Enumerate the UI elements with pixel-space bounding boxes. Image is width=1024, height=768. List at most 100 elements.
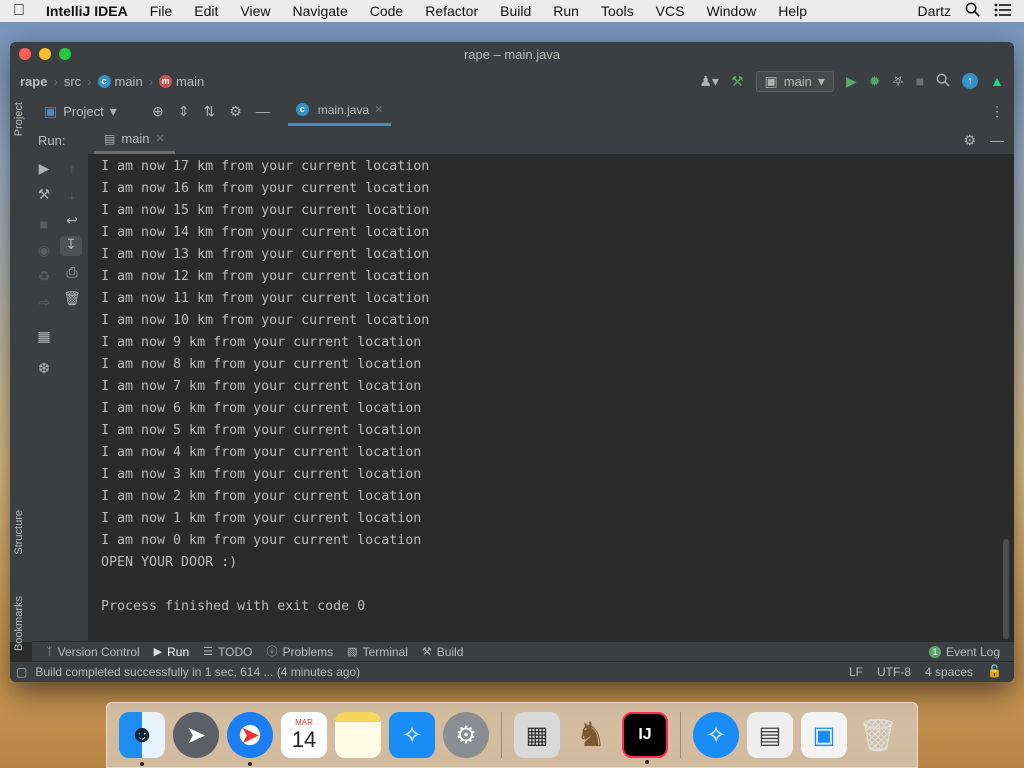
layout-icon[interactable]: ▦ <box>34 328 54 345</box>
menu-build[interactable]: Build <box>500 3 531 19</box>
menu-run[interactable]: Run <box>553 3 579 19</box>
run-icon[interactable]: ▶ <box>846 74 857 88</box>
console-scrollbar[interactable] <box>1002 154 1010 642</box>
safari-compass-icon[interactable]: ➤ <box>227 712 273 766</box>
lock-icon[interactable]: 🔓 <box>987 665 1002 679</box>
system-preferences-gear-icon[interactable]: ⚙ <box>443 712 489 758</box>
tab-terminal[interactable]: ▧ Terminal <box>347 645 408 659</box>
breadcrumb-method[interactable]: main <box>176 74 204 89</box>
scrollbar-thumb[interactable] <box>1003 539 1009 639</box>
menu-help[interactable]: Help <box>778 3 807 19</box>
rerun-icon[interactable]: ▶ <box>34 160 54 177</box>
tab-event-log[interactable]: 1 Event Log <box>928 645 1000 659</box>
scroll-to-end-icon[interactable]: ↧ <box>60 236 82 256</box>
screenshot-window-icon[interactable]: ▣ <box>801 712 847 758</box>
launchpad-rocket-icon[interactable]: ➤ <box>173 712 219 758</box>
tab-build[interactable]: ⚒ Build <box>422 645 464 659</box>
finder-icon[interactable]: ☻ <box>119 712 165 766</box>
more-options-icon[interactable]: ⋮ <box>990 104 1004 118</box>
chess-knight-icon[interactable]: ♞ <box>568 712 614 758</box>
document-viewer-icon[interactable]: ▤ <box>747 712 793 758</box>
title-bar[interactable]: rape – main.java <box>10 42 1014 66</box>
update-arrow-icon[interactable]: ↑ <box>962 73 979 89</box>
expand-all-icon[interactable]: ⇕ <box>178 104 190 118</box>
breadcrumb: rape › src › c main › m main <box>20 74 204 89</box>
close-window-button[interactable] <box>19 48 31 60</box>
side-tab-bookmarks-label: Bookmarks <box>13 596 25 652</box>
menu-window[interactable]: Window <box>706 3 756 19</box>
hide-minus-icon[interactable]: — <box>256 104 270 118</box>
apple-icon[interactable]:  <box>12 2 26 20</box>
side-tab-structure[interactable]: Structure <box>13 510 25 555</box>
menu-navigate[interactable]: Navigate <box>292 3 347 19</box>
breadcrumb-class[interactable]: main <box>115 74 143 89</box>
hide-minus-icon[interactable]: — <box>990 133 1004 147</box>
app-store-icon[interactable]: ✧ <box>389 712 435 758</box>
spotlight-search-icon[interactable] <box>965 2 980 20</box>
console-output[interactable]: I am now 17 km from your current locatio… <box>88 154 1000 642</box>
menu-edit[interactable]: Edit <box>194 3 218 19</box>
build-hammer-icon[interactable]: ⚒ <box>731 74 744 88</box>
minimize-window-button[interactable] <box>39 48 51 60</box>
tab-problems[interactable]: ⓘ Problems <box>266 645 333 659</box>
tab-version-control[interactable]: ᛉ Version Control <box>46 645 140 659</box>
side-tab-project[interactable]: Project <box>13 102 25 136</box>
toggle-tool-windows-icon[interactable]: ▢ <box>16 666 27 678</box>
pin-icon[interactable]: ❆ <box>34 360 54 377</box>
menu-app-name[interactable]: IntelliJ IDEA <box>46 3 128 19</box>
breadcrumb-src[interactable]: src <box>64 74 81 89</box>
line-separator-indicator[interactable]: LF <box>849 665 863 679</box>
app-store-downloads-icon[interactable]: ✧ <box>693 712 739 758</box>
trash-icon[interactable]: 🗑 <box>62 290 82 307</box>
tab-run[interactable]: ▶ Run <box>154 645 189 659</box>
add-user-icon[interactable]: ♟▾ <box>699 74 719 88</box>
wrench-icon[interactable]: ⚒ <box>34 186 54 203</box>
down-arrow-icon[interactable]: ↓ <box>62 186 82 202</box>
trash-can-icon[interactable]: 🗑 <box>855 712 901 758</box>
locate-target-icon[interactable]: ⊕ <box>152 104 164 118</box>
menu-view[interactable]: View <box>240 3 270 19</box>
editor-tab-main-java[interactable]: c main.java ✕ <box>287 96 392 126</box>
print-icon[interactable]: ⎙ <box>62 264 82 281</box>
menu-code[interactable]: Code <box>370 3 403 19</box>
code-with-me-icon[interactable]: ▲ <box>990 74 1004 88</box>
gear-icon[interactable]: ⚙ <box>963 133 976 147</box>
indent-indicator[interactable]: 4 spaces <box>925 665 973 679</box>
tab-todo[interactable]: ☰ TODO <box>203 645 252 659</box>
debug-bug-icon[interactable]: ✹ <box>869 74 881 88</box>
menu-file[interactable]: File <box>150 3 173 19</box>
stop-icon[interactable]: ■ <box>916 74 924 88</box>
close-icon[interactable]: ✕ <box>156 132 165 145</box>
side-tab-bookmarks[interactable]: Bookmarks <box>13 596 25 651</box>
run-configuration-select[interactable]: ▣ main ▾ <box>755 70 834 92</box>
coverage-icon[interactable]: ⛧ <box>892 74 903 88</box>
breadcrumb-project[interactable]: rape <box>20 74 47 89</box>
gear-icon[interactable]: ⚙ <box>229 104 242 118</box>
status-message[interactable]: Build completed successfully in 1 sec, 6… <box>35 665 360 679</box>
up-arrow-icon[interactable]: ↑ <box>62 160 82 176</box>
menu-vcs[interactable]: VCS <box>656 3 685 19</box>
exit-icon[interactable]: ⇨ <box>34 294 54 311</box>
intellij-idea-icon[interactable]: IJ <box>622 712 668 764</box>
calendar-icon[interactable]: MAR 14 <box>281 712 327 758</box>
close-icon[interactable]: ✕ <box>374 103 383 116</box>
zoom-window-button[interactable] <box>59 48 71 60</box>
stop-icon[interactable]: ■ <box>34 216 54 232</box>
window-title: rape – main.java <box>463 46 561 62</box>
soft-wrap-icon[interactable]: ↩ <box>62 212 82 229</box>
running-indicator <box>140 762 144 766</box>
encoding-indicator[interactable]: UTF-8 <box>877 665 911 679</box>
run-tab-main[interactable]: ▤ main ✕ <box>94 126 175 154</box>
project-view-selector[interactable]: ▣ Project ▾ <box>32 104 144 119</box>
menu-tools[interactable]: Tools <box>601 3 634 19</box>
control-center-icon[interactable] <box>994 3 1012 20</box>
search-icon[interactable] <box>936 73 950 89</box>
restore-layout-icon[interactable]: ♻ <box>34 268 54 285</box>
left-tool-strip: Project Structure Bookmarks <box>10 96 33 651</box>
camera-icon[interactable]: ◉ <box>34 242 54 259</box>
calculator-icon[interactable]: ▦ <box>514 712 560 758</box>
menu-user[interactable]: Dartz <box>918 3 951 19</box>
collapse-all-icon[interactable]: ⇅ <box>203 104 215 118</box>
notes-icon[interactable] <box>335 712 381 758</box>
menu-refactor[interactable]: Refactor <box>425 3 478 19</box>
